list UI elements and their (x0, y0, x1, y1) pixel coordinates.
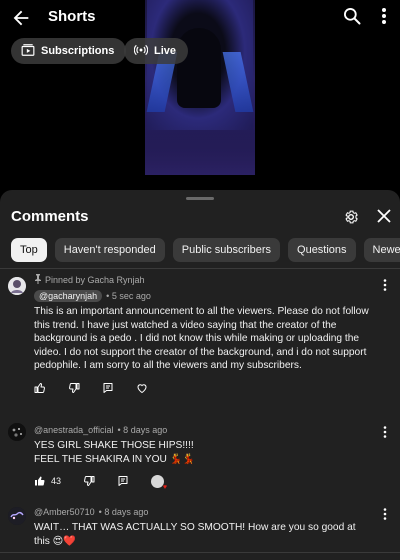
dislike-button[interactable] (83, 475, 95, 487)
comment-meta: @gacharynjah • 5 sec ago (34, 289, 374, 303)
search-icon[interactable] (342, 6, 362, 26)
comment-meta: @anestrada_official • 8 days ago (34, 423, 374, 437)
comments-title: Comments (11, 208, 89, 225)
comment-text-line-1: YES GIRL SHAKE THOSE HIPS!!!! (34, 440, 194, 451)
thumb-up-filled-icon (35, 476, 45, 486)
comment-body: @anestrada_official • 8 days ago YES GIR… (34, 423, 374, 491)
thumb-down-icon (84, 476, 95, 486)
filter-top[interactable]: Top (11, 238, 47, 262)
comment-actions (34, 381, 374, 395)
heart-icon (137, 383, 147, 393)
creator-heart-badge[interactable]: ♥ (151, 474, 168, 491)
reply-comment-icon (118, 476, 128, 486)
live-icon (133, 43, 149, 60)
avatar[interactable] (8, 423, 26, 441)
filter-questions[interactable]: Questions (288, 238, 356, 262)
live-label: Live (154, 45, 177, 57)
comment-author[interactable]: @Amber50710 (34, 507, 95, 517)
pinned-text: Pinned by Gacha Rynjah (45, 275, 145, 285)
filter-havent-responded[interactable]: Haven't responded (54, 238, 165, 262)
live-chip[interactable]: Live (124, 38, 189, 64)
comment-more-icon[interactable] (381, 278, 389, 292)
subscriptions-chip[interactable]: Subscriptions (11, 38, 127, 64)
comment-more-icon[interactable] (381, 425, 389, 439)
reply-comment-icon (103, 382, 113, 393)
filter-newest[interactable]: Newest (363, 238, 400, 262)
subscriptions-label: Subscriptions (41, 45, 115, 57)
comment-author[interactable]: @gacharynjah (34, 290, 103, 302)
comment-author[interactable]: @anestrada_official (34, 425, 114, 435)
comment-body: @Amber50710 • 8 days ago WAIT… THAT WAS … (34, 505, 374, 548)
thumb-up-icon (34, 382, 45, 393)
creator-avatar: ♥ (151, 474, 168, 491)
reply-button[interactable] (102, 382, 114, 394)
video-character (177, 28, 221, 108)
more-vert-icon[interactable] (378, 6, 390, 26)
back-arrow-icon[interactable] (10, 7, 32, 29)
page-title: Shorts (48, 8, 96, 25)
comment-time: • 8 days ago (117, 425, 168, 435)
comment-actions: 43 ♥ (34, 474, 374, 491)
pin-icon (34, 274, 42, 286)
heart-icon: ♥ (162, 483, 168, 491)
video-fade (145, 125, 255, 175)
comment-meta: @Amber50710 • 8 days ago (34, 505, 374, 519)
like-button[interactable]: 43 (34, 475, 61, 487)
comment-time: • 5 sec ago (106, 291, 151, 301)
pinned-label: Pinned by Gacha Rynjah (34, 274, 374, 286)
comment-filters: Top Haven't responded Public subscribers… (11, 238, 400, 262)
divider (0, 268, 400, 269)
comment-text: This is an important announcement to all… (34, 306, 369, 371)
comments-sheet: Comments Top Haven't responded Public su… (0, 190, 400, 560)
close-icon[interactable] (377, 209, 391, 223)
bottom-divider (0, 552, 400, 553)
dislike-button[interactable] (68, 382, 80, 394)
reply-button[interactable] (117, 475, 129, 487)
top-bar: Shorts (0, 0, 400, 36)
subscriptions-icon (21, 43, 35, 60)
thumb-down-icon (69, 382, 80, 393)
comment-time: • 8 days ago (98, 507, 149, 517)
like-button[interactable] (34, 382, 46, 394)
like-count: 43 (51, 476, 62, 486)
comment-body: Pinned by Gacha Rynjah @gacharynjah • 5 … (34, 274, 374, 395)
comment-more-icon[interactable] (381, 507, 389, 521)
comment-text-line-2: FEEL THE SHAKIRA IN YOU 💃💃 (34, 453, 196, 465)
avatar[interactable] (8, 277, 26, 295)
filter-public-subscribers[interactable]: Public subscribers (172, 238, 281, 262)
heart-button[interactable] (136, 382, 148, 394)
drag-handle[interactable] (186, 197, 214, 200)
settings-gear-icon[interactable] (343, 209, 359, 225)
avatar[interactable] (8, 507, 26, 525)
comment-text: WAIT… THAT WAS ACTUALLY SO SMOOTH! How a… (34, 522, 356, 547)
shorts-player[interactable]: Shorts Subscriptions Live (0, 0, 400, 195)
